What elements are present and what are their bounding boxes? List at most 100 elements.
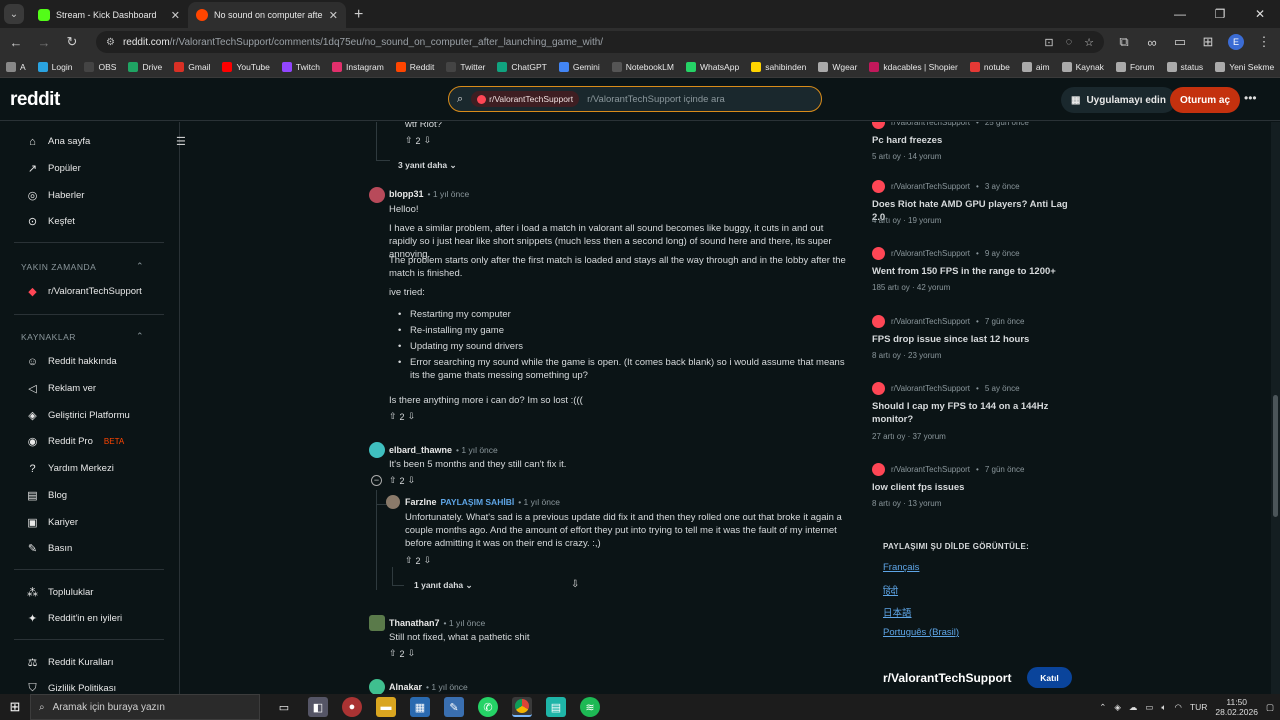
- nav-careers[interactable]: ▣ Kariyer: [26, 516, 78, 529]
- chevron-up-icon[interactable]: ⌃: [136, 261, 144, 272]
- bookmark-item[interactable]: Instagram: [331, 61, 384, 72]
- more-replies-button[interactable]: 3 yanıt daha ⌄: [398, 160, 457, 171]
- nav-communities[interactable]: ⁂ Topluluklar: [26, 586, 93, 599]
- close-tab-icon[interactable]: ✕: [329, 9, 338, 22]
- nav-explore[interactable]: ⊙ Keşfet: [26, 215, 75, 228]
- link-icon[interactable]: ∞: [1144, 35, 1160, 50]
- more-replies-button[interactable]: 1 yanıt daha ⌄: [414, 580, 473, 591]
- eye-off-icon[interactable]: ◌: [1066, 36, 1073, 49]
- language-link-ja[interactable]: 日本語: [883, 605, 912, 619]
- cloud-icon[interactable]: ☁: [1129, 702, 1138, 713]
- comment-author[interactable]: Thanathan7 • 1 yıl önce: [389, 618, 485, 628]
- nav-recent-subreddit[interactable]: ◆ r/ValorantTechSupport: [26, 285, 142, 298]
- upvote-icon[interactable]: ⇧: [405, 555, 413, 566]
- battery-icon[interactable]: ▭: [1145, 702, 1153, 713]
- sidepanel-icon[interactable]: ▭: [1172, 34, 1188, 50]
- wifi-icon[interactable]: ◠: [1175, 702, 1182, 713]
- downvote-icon[interactable]: ⇩: [424, 555, 432, 566]
- nav-developer[interactable]: ◈ Geliştirici Platformu: [26, 409, 130, 422]
- nav-help[interactable]: ? Yardım Merkezi: [26, 462, 113, 475]
- related-post-sub[interactable]: r/ValorantTechSupport • 25 gün önce: [872, 122, 1029, 129]
- app-icon[interactable]: ▦: [410, 697, 430, 717]
- close-tab-icon[interactable]: ✕: [171, 9, 180, 22]
- app-icon[interactable]: ◧: [308, 697, 328, 717]
- extensions-icon[interactable]: ⧉: [1116, 34, 1132, 50]
- bookmark-item[interactable]: OBS: [84, 61, 116, 72]
- bookmark-item[interactable]: YouTube: [222, 61, 270, 72]
- more-options-icon[interactable]: •••: [1244, 91, 1257, 105]
- bookmark-item[interactable]: ChatGPT: [497, 61, 547, 72]
- menu-icon[interactable]: ⋮: [1256, 34, 1272, 50]
- nav-advertise[interactable]: ◁ Reklam ver: [26, 382, 96, 395]
- bookmark-item[interactable]: Forum: [1115, 61, 1155, 72]
- downvote-icon[interactable]: ⇩: [408, 475, 416, 486]
- windows-start-icon[interactable]: ⊞: [0, 699, 30, 715]
- related-post-sub[interactable]: r/ValorantTechSupport • 7 gün önce: [872, 315, 1024, 328]
- avatar[interactable]: [369, 679, 385, 694]
- nav-rules[interactable]: ⚖ Reddit Kuralları: [26, 656, 114, 669]
- bookmark-item[interactable]: notube: [969, 61, 1010, 72]
- related-post-title[interactable]: Should I cap my FPS to 144 on a 144Hz mo…: [872, 400, 1072, 426]
- scrollbar-thumb[interactable]: [1273, 395, 1278, 517]
- nav-press[interactable]: ✎ Basın: [26, 542, 72, 555]
- task-view-icon[interactable]: ▭: [274, 697, 294, 717]
- forward-icon[interactable]: →: [36, 35, 52, 50]
- related-post-sub[interactable]: r/ValorantTechSupport • 9 ay önce: [872, 247, 1020, 260]
- bookmark-item[interactable]: Wgear: [818, 61, 857, 72]
- downvote-icon[interactable]: ⇩: [408, 648, 416, 659]
- notification-icon[interactable]: ▢: [1266, 702, 1274, 713]
- close-window-button[interactable]: ✕: [1240, 0, 1280, 28]
- site-info-icon[interactable]: ⚙: [106, 37, 115, 48]
- input-language[interactable]: TUR: [1190, 702, 1207, 712]
- search-subreddit-chip[interactable]: r/ValorantTechSupport: [471, 91, 580, 107]
- page-scrollbar[interactable]: [1271, 122, 1280, 694]
- search-input[interactable]: ⌕ r/ValorantTechSupport r/ValorantTechSu…: [448, 86, 822, 112]
- related-post-sub[interactable]: r/ValorantTechSupport • 5 ay önce: [872, 382, 1020, 395]
- avatar[interactable]: [369, 615, 385, 631]
- join-button[interactable]: Katıl: [1027, 667, 1072, 688]
- language-link-fr[interactable]: Français: [883, 562, 919, 573]
- related-post-title[interactable]: FPS drop issue since last 12 hours: [872, 333, 1072, 346]
- related-post-title[interactable]: Went from 150 FPS in the range to 1200+: [872, 265, 1072, 278]
- related-post-title[interactable]: low client fps issues: [872, 481, 1072, 494]
- downvote-icon[interactable]: ⇩: [424, 135, 432, 146]
- bookmark-item[interactable]: status: [1166, 61, 1203, 72]
- bookmark-item[interactable]: Reddit: [395, 61, 434, 72]
- bookmark-item[interactable]: kdacables | Shopier: [869, 61, 958, 72]
- app-icon[interactable]: ✎: [444, 697, 464, 717]
- chevron-up-icon[interactable]: ⌃: [136, 331, 144, 342]
- bookmark-item[interactable]: A: [6, 61, 26, 72]
- bookmark-item[interactable]: Login: [37, 61, 72, 72]
- network-icon[interactable]: ◈: [1114, 702, 1121, 713]
- whatsapp-icon[interactable]: ✆: [478, 697, 498, 717]
- section-recent[interactable]: YAKIN ZAMANDA: [21, 262, 96, 272]
- reload-icon[interactable]: ↻: [64, 34, 80, 50]
- tab-search-button[interactable]: ⌄: [4, 4, 24, 24]
- reddit-logo[interactable]: reddit: [10, 89, 60, 111]
- spotify-icon[interactable]: ≋: [580, 697, 600, 717]
- app-icon[interactable]: ●: [342, 697, 362, 717]
- chevron-up-icon[interactable]: ⌃: [1099, 702, 1106, 713]
- bookmark-item[interactable]: Drive: [128, 61, 162, 72]
- bookmark-item[interactable]: aim: [1021, 61, 1050, 72]
- upvote-icon[interactable]: ⇧: [389, 411, 397, 422]
- bookmark-item[interactable]: Yeni Sekme: [1215, 61, 1274, 72]
- comment-author[interactable]: blopp31 • 1 yıl önce: [389, 189, 469, 199]
- apps-icon[interactable]: ⊞: [1200, 34, 1216, 50]
- related-post-sub[interactable]: r/ValorantTechSupport • 3 ay önce: [872, 180, 1020, 193]
- login-button[interactable]: Oturum aç: [1170, 87, 1241, 113]
- get-app-button[interactable]: ▦ Uygulamayı edin: [1061, 87, 1176, 113]
- nav-privacy[interactable]: ⛉ Gizlilik Politikası: [26, 682, 116, 694]
- url-field[interactable]: ⚙ reddit.com/r/ValorantTechSupport/comme…: [96, 31, 1104, 53]
- bookmark-item[interactable]: NotebookLM: [611, 61, 674, 72]
- language-link-hi[interactable]: हिंदी: [883, 584, 898, 597]
- nav-home[interactable]: ⌂ Ana sayfa: [26, 135, 90, 148]
- tab-reddit[interactable]: No sound on computer after la ✕: [188, 2, 346, 28]
- bookmark-item[interactable]: Twitter: [446, 61, 485, 72]
- upvote-icon[interactable]: ⇧: [389, 648, 397, 659]
- new-tab-button[interactable]: +: [354, 6, 363, 24]
- nav-best-of[interactable]: ✦ Reddit'in en iyileri: [26, 612, 122, 625]
- install-app-icon[interactable]: ⊡: [1044, 36, 1053, 49]
- comment-author[interactable]: Alnakar • 1 yıl önce: [389, 682, 468, 692]
- star-icon[interactable]: ☆: [1084, 36, 1094, 49]
